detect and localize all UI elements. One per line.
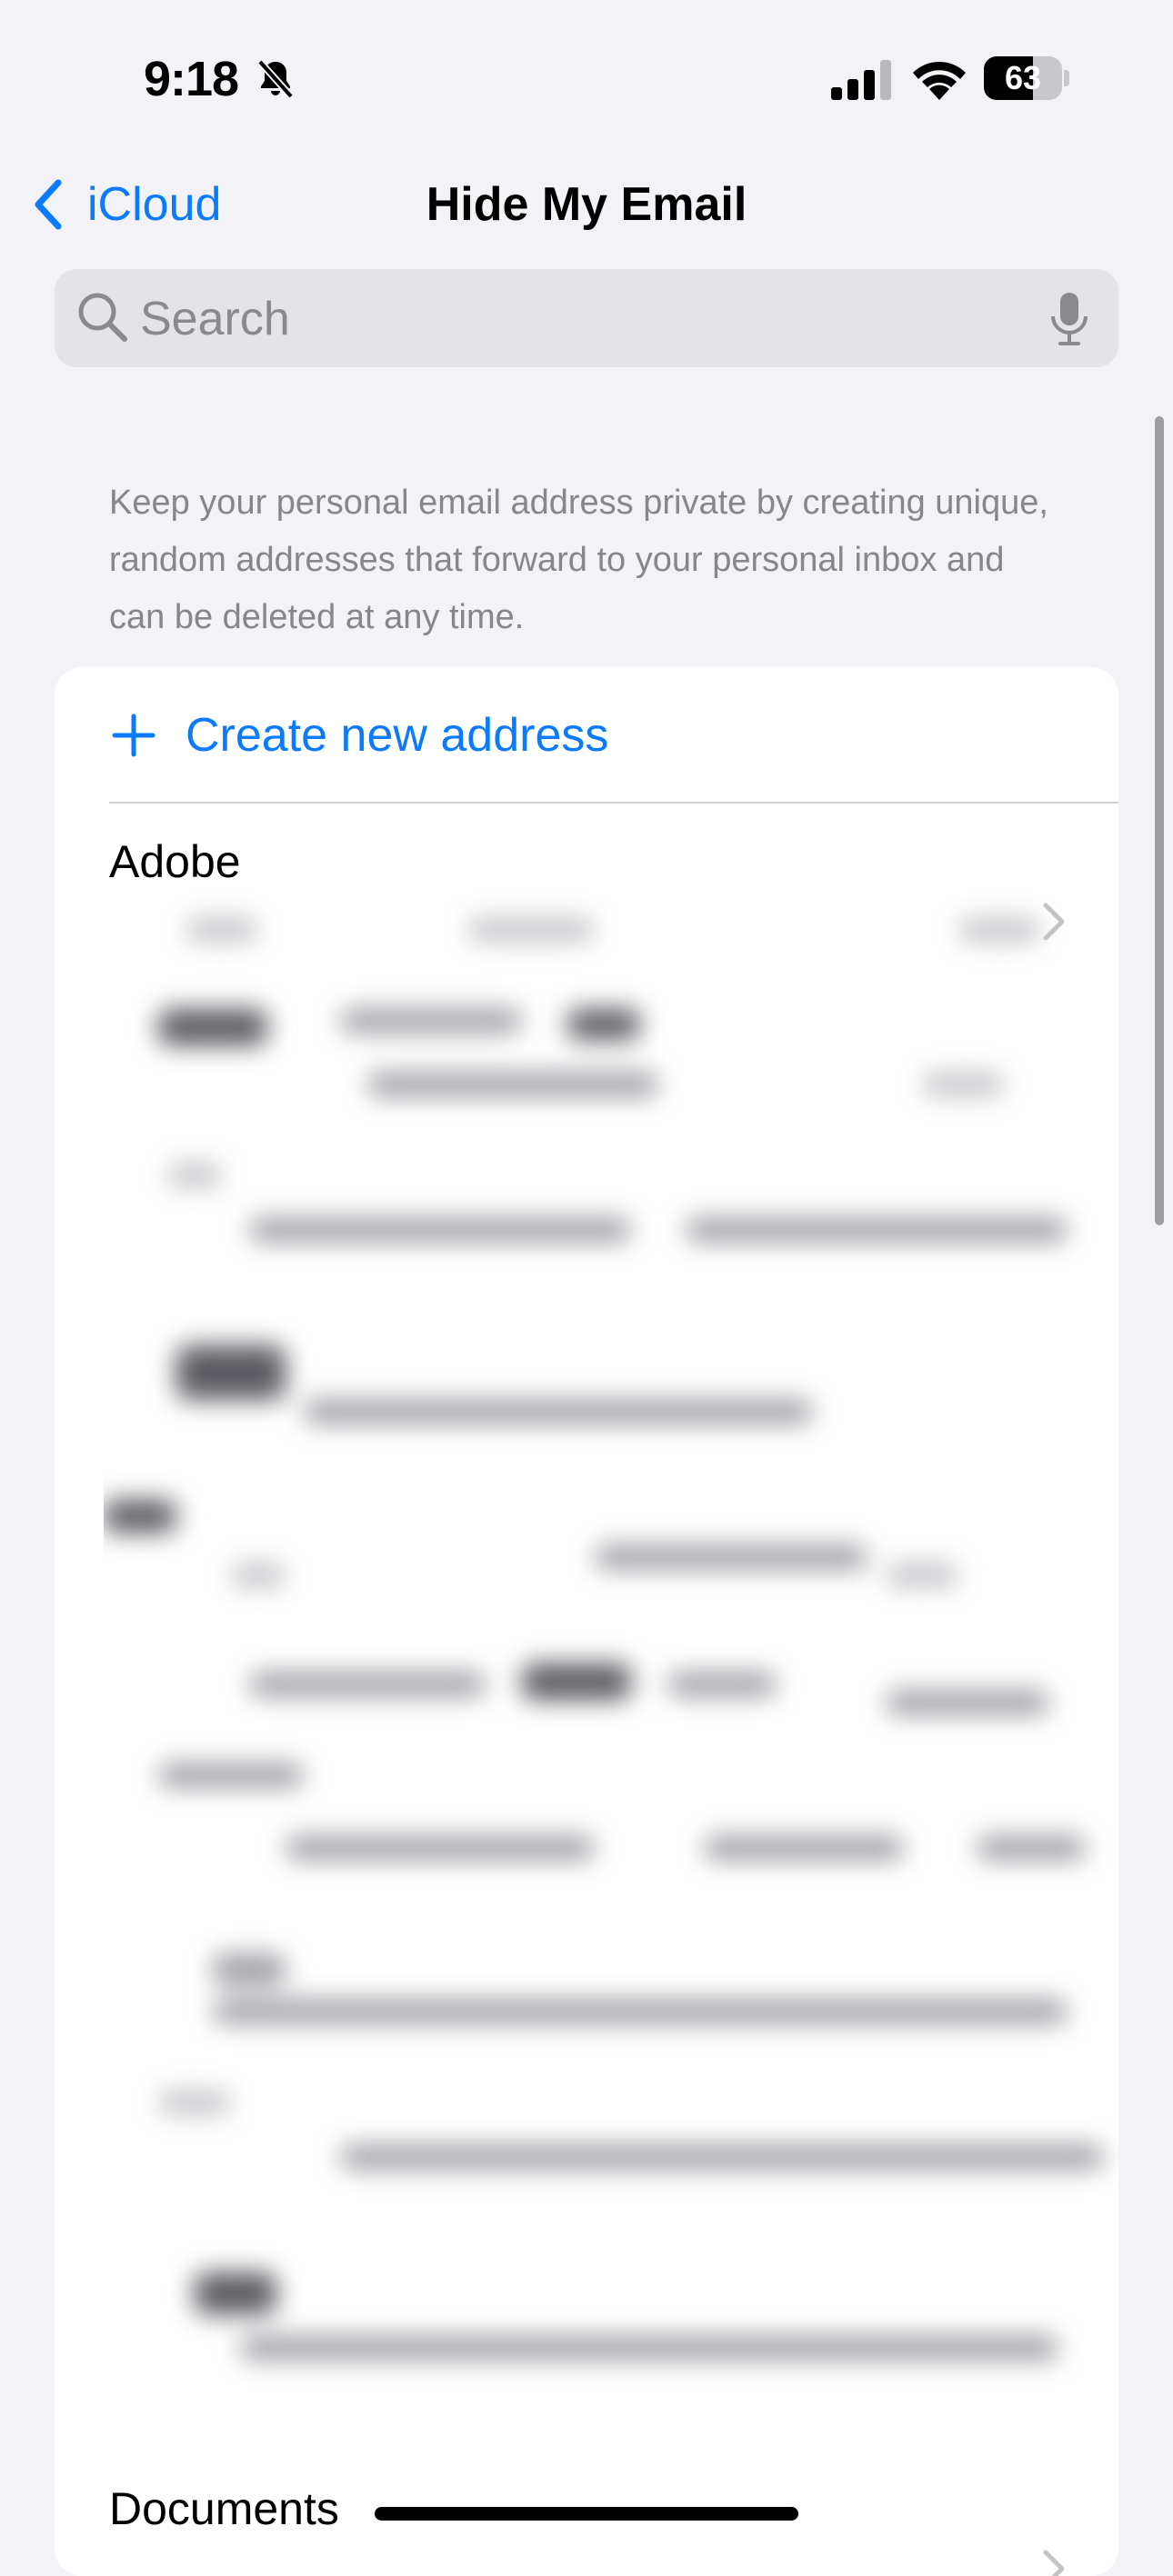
chevron-left-icon bbox=[35, 179, 62, 230]
back-button[interactable]: iCloud bbox=[31, 173, 221, 236]
cellular-signal-icon bbox=[831, 60, 891, 100]
create-new-address-label: Create new address bbox=[185, 709, 609, 762]
wifi-icon bbox=[913, 61, 966, 100]
redacted-content bbox=[104, 891, 1118, 2463]
status-time: 9:18 bbox=[144, 52, 239, 106]
search-input[interactable] bbox=[138, 282, 1051, 356]
create-new-address-button[interactable]: Create new address bbox=[55, 667, 1118, 804]
addresses-card: Create new address Adobe Documents bbox=[55, 667, 1118, 2576]
chevron-right-icon bbox=[1043, 2550, 1065, 2576]
description-text: Keep your personal email address private… bbox=[109, 484, 1048, 636]
scroll-indicator[interactable] bbox=[1155, 416, 1164, 1225]
battery-level: 63 bbox=[1004, 59, 1042, 96]
battery-indicator: 63 bbox=[984, 56, 1071, 100]
search-bar[interactable] bbox=[55, 269, 1118, 367]
list-item-documents[interactable]: Documents bbox=[55, 2467, 1118, 2576]
list-item-label: Documents bbox=[109, 2483, 339, 2534]
microphone-icon[interactable] bbox=[1048, 291, 1091, 347]
list-item-label: Adobe bbox=[109, 836, 241, 887]
back-button-label: iCloud bbox=[87, 178, 222, 231]
home-indicator[interactable] bbox=[375, 2507, 798, 2521]
bell-slash-icon bbox=[257, 59, 294, 99]
plus-icon bbox=[112, 714, 155, 757]
magnifying-glass-icon bbox=[78, 293, 127, 342]
